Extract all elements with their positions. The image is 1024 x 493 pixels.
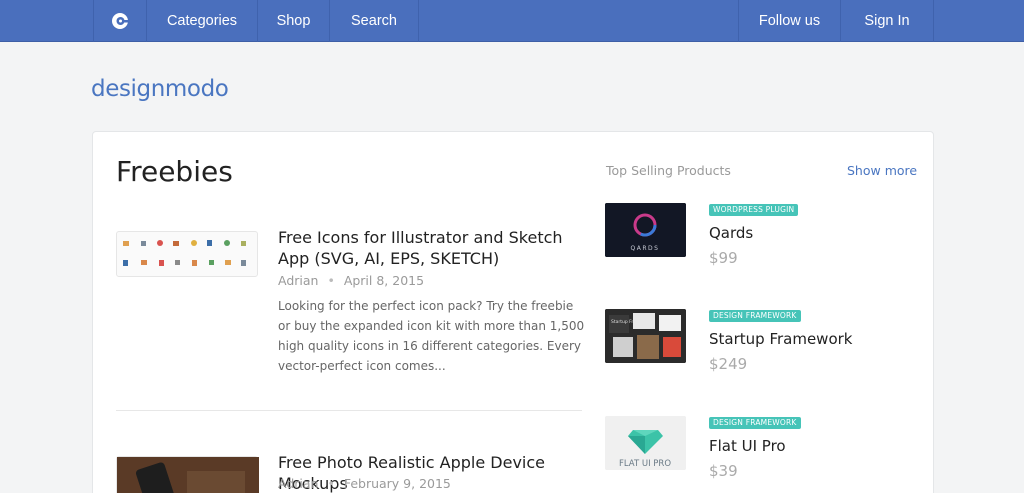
- product-thumbnail[interactable]: Startup Framework: [605, 309, 686, 363]
- post-divider: [116, 410, 582, 411]
- follow-us-button[interactable]: Follow us: [738, 0, 840, 42]
- product-badge: DESIGN FRAMEWORK: [709, 310, 801, 322]
- product-thumbnail[interactable]: FLAT UI PRO: [605, 416, 686, 470]
- top-navbar: Categories Shop Search Follow us Sign In: [0, 0, 1024, 42]
- product-thumb-label: QARDS: [631, 245, 660, 252]
- designmodo-logo-icon[interactable]: [93, 0, 147, 42]
- product-thumb-label: FLAT UI PRO: [619, 459, 671, 469]
- post-excerpt: Looking for the perfect icon pack? Try t…: [278, 299, 585, 373]
- product-name[interactable]: Startup Framework: [709, 330, 852, 348]
- post-date: February 9, 2015: [343, 476, 451, 491]
- product-thumbnail[interactable]: QARDS: [605, 203, 686, 257]
- sign-in-button[interactable]: Sign In: [840, 0, 934, 42]
- post-thumbnail[interactable]: [116, 456, 259, 493]
- show-more-link[interactable]: Show more: [847, 163, 917, 178]
- meta-separator: •: [327, 273, 335, 288]
- nav-shop[interactable]: Shop: [257, 0, 329, 42]
- product-badge: WORDPRESS PLUGIN: [709, 204, 799, 216]
- product-name[interactable]: Qards: [709, 224, 753, 242]
- brand-logo[interactable]: designmodo: [91, 76, 229, 102]
- nav-categories[interactable]: Categories: [147, 0, 257, 42]
- product-price: $39: [709, 462, 738, 480]
- meta-separator: •: [327, 476, 335, 491]
- post-author[interactable]: Adrian: [278, 273, 318, 288]
- post-meta: Adrian • April 8, 2015: [278, 273, 424, 288]
- product-badge: DESIGN FRAMEWORK: [709, 417, 801, 429]
- post-title[interactable]: Free Icons for Illustrator and Sketch Ap…: [278, 227, 588, 269]
- post-thumbnail[interactable]: [116, 231, 258, 277]
- post-date: April 8, 2015: [343, 273, 425, 288]
- post-meta: Adrian • February 9, 2015: [278, 476, 451, 491]
- sidebar-heading: Top Selling Products: [606, 163, 731, 178]
- product-price: $99: [709, 249, 738, 267]
- page-title: Freebies: [116, 155, 233, 188]
- product-price: $249: [709, 355, 748, 373]
- nav-search[interactable]: Search: [329, 0, 419, 42]
- post-author[interactable]: Adrian: [278, 476, 318, 491]
- product-name[interactable]: Flat UI Pro: [709, 437, 786, 455]
- icon-grid: [123, 240, 246, 266]
